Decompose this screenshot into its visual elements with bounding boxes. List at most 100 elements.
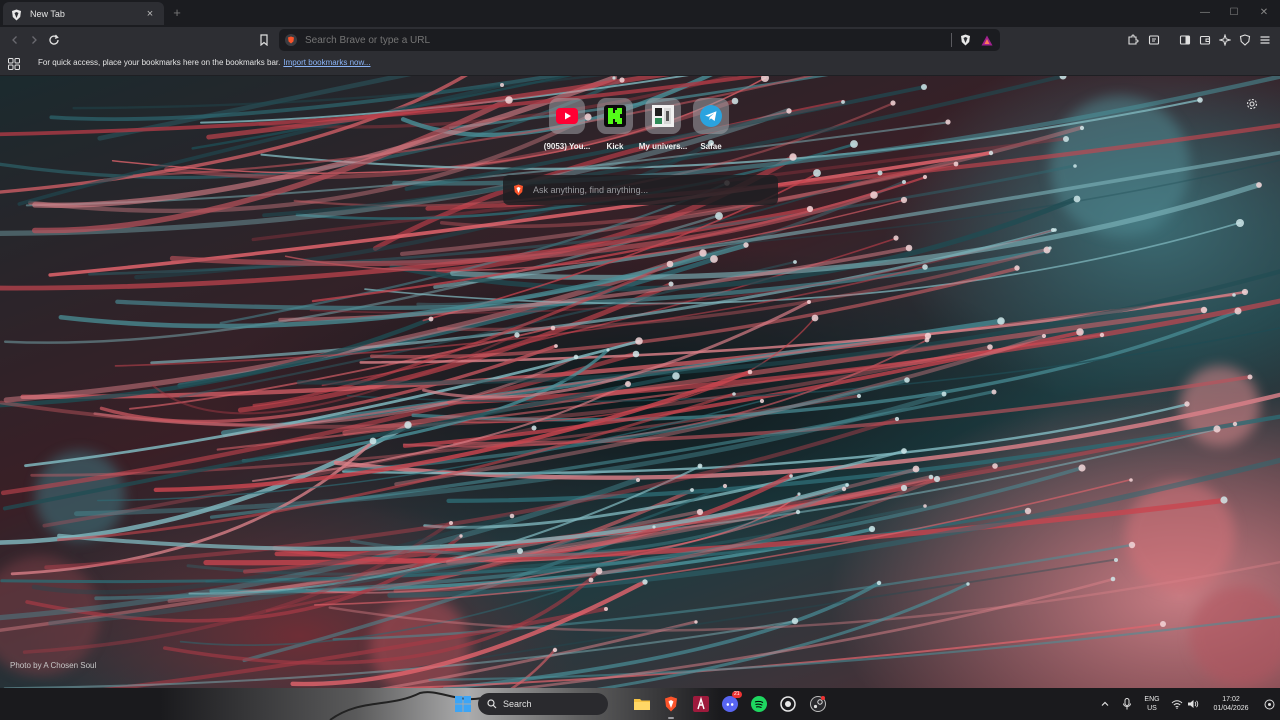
apps-grid-icon[interactable]	[8, 57, 20, 70]
wallpaper-fiber-tip	[945, 119, 951, 125]
wallpaper-fiber-tip	[924, 337, 930, 343]
app-taskbar-button[interactable]	[779, 695, 797, 713]
wallpaper-fiber-tip	[806, 205, 814, 213]
wallet-button[interactable]	[1196, 31, 1214, 49]
wallpaper-fiber-tip	[795, 509, 801, 515]
extensions-button[interactable]	[1124, 31, 1142, 49]
search-engine-icon	[285, 34, 297, 46]
address-input[interactable]	[305, 34, 951, 46]
bell-icon	[1264, 699, 1274, 709]
top-site-tile	[693, 98, 729, 134]
language-code: ENG	[1144, 696, 1160, 703]
top-site-kick[interactable]: Kick	[591, 98, 639, 154]
bookmark-icon	[260, 34, 268, 46]
wallpaper-fiber-tip	[921, 84, 927, 90]
leo-button[interactable]	[1145, 31, 1163, 49]
ntp-settings-icon[interactable]	[1246, 97, 1258, 110]
clock[interactable]: 17:02 01/04/2026	[1205, 695, 1257, 713]
university-icon	[652, 105, 674, 127]
chevron-up-icon	[1101, 701, 1109, 706]
wallpaper-fiber-tip	[856, 393, 862, 399]
wallpaper-fiber-tip	[1197, 97, 1203, 103]
brave-rewards-icon[interactable]	[980, 33, 994, 47]
wallpaper-fiber-tip	[710, 255, 718, 263]
speaker-icon	[1188, 700, 1199, 708]
wallpaper-fiber-tip	[722, 483, 728, 489]
wallpaper-fiber-tip	[813, 169, 821, 177]
menu-button[interactable]	[1256, 31, 1274, 49]
language-region: US	[1147, 705, 1157, 712]
taskbar-search[interactable]: Search	[478, 693, 608, 715]
import-bookmarks-link[interactable]: Import bookmarks now...	[283, 58, 370, 67]
discord-icon	[722, 696, 738, 712]
back-button[interactable]	[6, 31, 24, 49]
wallpaper-fiber-tip	[636, 478, 640, 482]
vpn-button[interactable]	[1236, 31, 1254, 49]
wallpaper-fiber-tip	[595, 567, 603, 575]
tab-new-tab[interactable]: New Tab ×	[3, 2, 164, 25]
wallpaper-fiber-tip	[632, 350, 640, 358]
top-site-university[interactable]: My univers...	[639, 98, 687, 154]
spotify-icon	[751, 696, 767, 712]
wallpaper-fiber-tip	[1024, 507, 1032, 515]
brave-taskbar-button[interactable]	[662, 695, 680, 713]
arrow-left-icon	[12, 36, 17, 44]
ntp-search-input[interactable]	[533, 185, 763, 195]
wallpaper-fiber-tip	[850, 140, 858, 148]
top-site-youtube[interactable]: (9053) You...	[543, 98, 591, 154]
wallpaper-fiber-tip	[1232, 421, 1238, 427]
tab-close-icon[interactable]: ×	[144, 8, 156, 20]
wallpaper-fiber-tip	[941, 391, 947, 397]
notifications-button[interactable]	[1260, 695, 1278, 713]
top-site-telegram[interactable]: Safae	[687, 98, 735, 154]
tab-strip: New Tab × + — ☐ ✕	[0, 0, 1280, 27]
ntp-search-box[interactable]	[503, 175, 778, 205]
wallpaper-fiber-tip	[900, 484, 908, 492]
wallpaper-fiber-tip	[1232, 293, 1236, 297]
address-bar[interactable]	[279, 29, 1000, 51]
tab-title: New Tab	[30, 8, 65, 19]
wallpaper-fiber-tip	[550, 325, 556, 331]
maximize-button[interactable]: ☐	[1219, 4, 1249, 22]
clock-date: 01/04/2026	[1213, 705, 1249, 712]
wallpaper-fiber-tip	[1256, 182, 1262, 188]
reload-icon	[49, 34, 59, 45]
minimize-button[interactable]: —	[1190, 4, 1220, 22]
wallpaper-fiber-tip	[1110, 576, 1116, 582]
close-window-button[interactable]: ✕	[1249, 4, 1279, 22]
spotify-taskbar-button[interactable]	[750, 695, 768, 713]
leo-ai-button[interactable]	[1216, 31, 1234, 49]
app-taskbar-button[interactable]	[692, 695, 710, 713]
wallpaper-fiber-tip	[732, 392, 736, 396]
volume-button[interactable]	[1184, 695, 1202, 713]
wallpaper-fiber-tip	[991, 389, 997, 395]
steam-taskbar-button[interactable]	[809, 695, 827, 713]
wallpaper-fiber-tip	[786, 108, 792, 114]
brave-shields-icon[interactable]	[958, 33, 972, 47]
reload-button[interactable]	[45, 31, 63, 49]
microphone-button[interactable]	[1118, 695, 1136, 713]
wallpaper-fiber-tip	[922, 264, 928, 270]
wallpaper-fiber-tip	[672, 372, 680, 380]
wallpaper-fiber-tip	[500, 83, 504, 87]
wallpaper-fiber-tip	[890, 100, 896, 106]
wallpaper-fiber-tip	[552, 647, 558, 653]
bookmark-button[interactable]	[255, 31, 273, 49]
file-explorer-button[interactable]	[633, 695, 651, 713]
new-tab-button[interactable]: +	[170, 5, 184, 21]
start-button[interactable]	[454, 695, 472, 713]
tray-overflow-button[interactable]	[1096, 695, 1114, 713]
wallpaper-fiber-tip	[759, 398, 765, 404]
wallpaper-fiber-tip	[807, 300, 811, 304]
wallpaper-fiber-tip	[625, 381, 631, 387]
wallpaper-fiber-tip	[933, 475, 941, 483]
language-indicator[interactable]: ENG US	[1140, 695, 1164, 713]
bookmarks-hint: For quick access, place your bookmarks h…	[38, 58, 371, 67]
forward-button[interactable]	[25, 31, 43, 49]
sidebar-button[interactable]	[1176, 31, 1194, 49]
wallpaper-fiber-tip	[1236, 219, 1244, 227]
app-a-icon	[693, 696, 709, 712]
wallpaper-fiber-tip	[1079, 125, 1085, 131]
wallpaper-fiber-tip	[652, 525, 656, 529]
discord-taskbar-button[interactable]: 21	[721, 691, 742, 713]
